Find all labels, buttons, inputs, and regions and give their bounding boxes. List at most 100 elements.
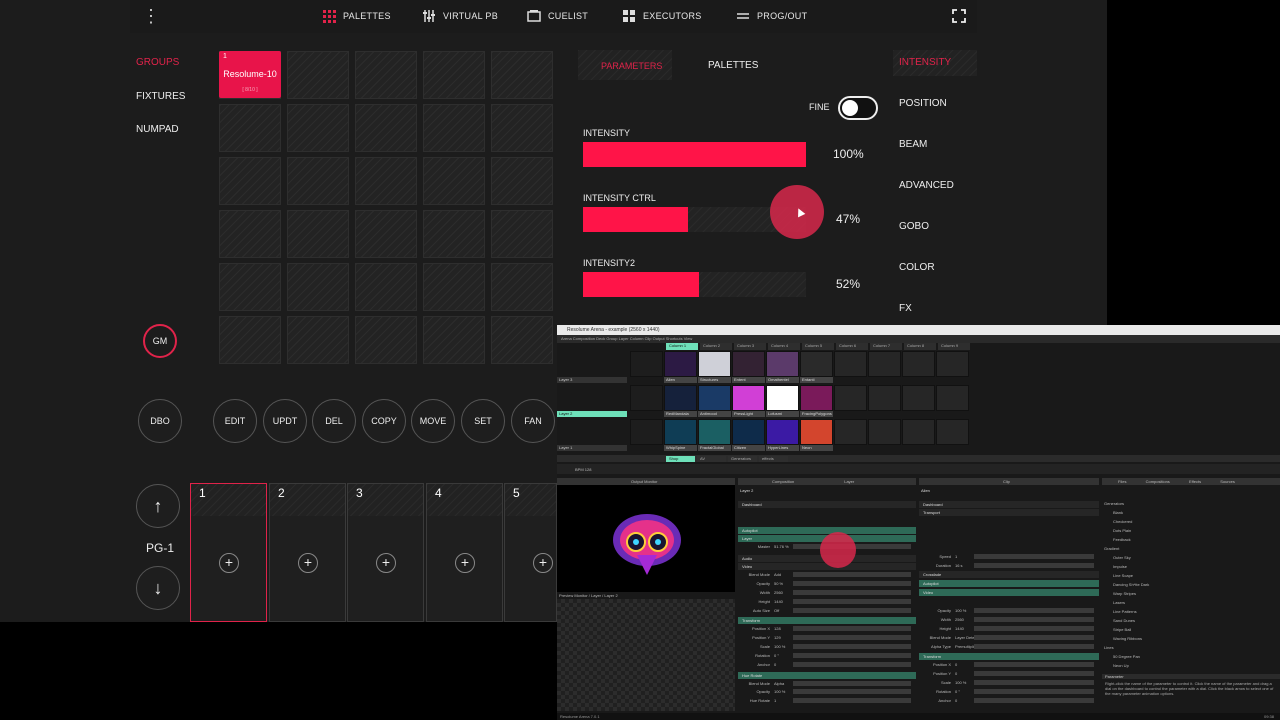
- param-slider[interactable]: [974, 608, 1094, 613]
- layer-label[interactable]: Layer 2: [557, 411, 627, 417]
- empty-clip-slot[interactable]: [902, 351, 935, 377]
- set-button[interactable]: SET: [461, 399, 505, 443]
- section-header[interactable]: Dashboard: [738, 501, 916, 508]
- param-slider[interactable]: [793, 572, 911, 577]
- menu-icon[interactable]: ⋮: [142, 7, 160, 25]
- param-value[interactable]: 0: [955, 698, 957, 703]
- param-value[interactable]: 129: [774, 635, 781, 640]
- empty-clip-slot[interactable]: [902, 385, 935, 411]
- param-slider[interactable]: [793, 608, 911, 613]
- param-slider[interactable]: [974, 662, 1094, 667]
- param-value[interactable]: 100 %: [774, 644, 785, 649]
- param-value[interactable]: 0: [955, 662, 957, 667]
- param-slider[interactable]: [793, 581, 911, 586]
- param-value[interactable]: 1440: [955, 626, 964, 631]
- section-header[interactable]: Autopilot: [738, 527, 916, 534]
- palette-cell[interactable]: [219, 263, 281, 311]
- delete-button[interactable]: DEL: [312, 399, 356, 443]
- empty-clip-slot[interactable]: [936, 385, 969, 411]
- param-slider[interactable]: [793, 626, 911, 631]
- source-item[interactable]: Sand Dunes: [1113, 618, 1135, 623]
- param-intensity-slider[interactable]: [583, 142, 806, 167]
- playback-column[interactable]: 3 +: [347, 483, 424, 622]
- clip-thumb[interactable]: [630, 351, 663, 377]
- bpm-readout[interactable]: BPM 128: [575, 467, 591, 472]
- nav-advanced[interactable]: ADVANCED: [899, 180, 954, 191]
- section-header[interactable]: Video: [919, 589, 1099, 596]
- palette-cell[interactable]: [491, 263, 553, 311]
- param-slider[interactable]: [974, 635, 1094, 640]
- add-playback-icon[interactable]: +: [533, 553, 553, 573]
- clip-name[interactable]: Alien: [921, 488, 930, 493]
- nav-virtual-pb[interactable]: VIRTUAL PB: [422, 9, 498, 23]
- empty-clip-slot[interactable]: [936, 351, 969, 377]
- clip-thumb[interactable]: [766, 351, 799, 377]
- source-item[interactable]: Line Patterns: [1113, 609, 1137, 614]
- copy-button[interactable]: COPY: [362, 399, 406, 443]
- playback-column[interactable]: 4 +: [426, 483, 503, 622]
- add-playback-icon[interactable]: +: [455, 553, 475, 573]
- nav-palettes[interactable]: PALETTES: [322, 9, 391, 23]
- empty-clip-slot[interactable]: [834, 419, 867, 445]
- layer-name[interactable]: Layer 2: [740, 488, 753, 493]
- palette-cell[interactable]: [355, 316, 417, 364]
- nav-executors[interactable]: EXECUTORS: [622, 9, 702, 23]
- clip-thumb[interactable]: [766, 419, 799, 445]
- empty-clip-slot[interactable]: [902, 419, 935, 445]
- empty-clip-slot[interactable]: [868, 385, 901, 411]
- page-up-button[interactable]: ↑: [136, 484, 180, 528]
- nav-groups[interactable]: GROUPS: [136, 57, 179, 68]
- source-item[interactable]: Generators: [1104, 501, 1124, 506]
- empty-clip-slot[interactable]: [834, 385, 867, 411]
- param-slider[interactable]: [974, 617, 1094, 622]
- deck-tab[interactable]: AV: [697, 456, 726, 462]
- palette-cell[interactable]: [355, 51, 417, 99]
- section-header[interactable]: Crossfade: [919, 571, 1099, 578]
- nav-beam[interactable]: BEAM: [899, 139, 927, 150]
- column-header[interactable]: Column 3: [734, 343, 766, 350]
- column-header[interactable]: Column 2: [700, 343, 732, 350]
- param-value[interactable]: 16 s: [955, 563, 963, 568]
- param-value[interactable]: 51.76 %: [774, 544, 789, 549]
- param-intensity2-slider[interactable]: [583, 272, 806, 297]
- clip-thumb[interactable]: [698, 385, 731, 411]
- palette-cell[interactable]: [219, 316, 281, 364]
- grand-master-button[interactable]: GM: [143, 324, 177, 358]
- param-value[interactable]: 0: [774, 662, 776, 667]
- palette-cell[interactable]: [491, 210, 553, 258]
- palette-cell[interactable]: [219, 157, 281, 205]
- palette-cell[interactable]: [355, 263, 417, 311]
- param-slider[interactable]: [974, 698, 1094, 703]
- palette-cell[interactable]: [423, 210, 485, 258]
- param-slider[interactable]: [974, 554, 1094, 559]
- clip-thumb[interactable]: [698, 419, 731, 445]
- tab-palettes[interactable]: PALETTES: [672, 50, 786, 80]
- fine-toggle[interactable]: [838, 96, 878, 120]
- add-playback-icon[interactable]: +: [376, 553, 396, 573]
- playback-column[interactable]: 1 +: [190, 483, 267, 622]
- section-header[interactable]: Transform: [919, 653, 1099, 660]
- param-value[interactable]: Add: [774, 572, 781, 577]
- nav-intensity[interactable]: INTENSITY: [899, 57, 951, 68]
- source-item[interactable]: Lines: [1104, 645, 1114, 650]
- edit-button[interactable]: EDIT: [213, 399, 257, 443]
- compositions-tab[interactable]: Compositions: [1146, 479, 1170, 484]
- section-header[interactable]: Transform: [738, 617, 916, 624]
- nav-numpad[interactable]: NUMPAD: [136, 124, 179, 135]
- empty-clip-slot[interactable]: [868, 419, 901, 445]
- param-slider[interactable]: [793, 689, 911, 694]
- param-slider[interactable]: [793, 590, 911, 595]
- param-value[interactable]: 1: [955, 554, 957, 559]
- add-playback-icon[interactable]: +: [219, 553, 239, 573]
- nav-position[interactable]: POSITION: [899, 98, 947, 109]
- section-header[interactable]: Hue Rotate: [738, 672, 916, 679]
- source-item[interactable]: Feedback: [1113, 537, 1131, 542]
- source-item[interactable]: Stripe Ball: [1113, 627, 1131, 632]
- files-tab[interactable]: Files: [1118, 479, 1126, 484]
- clip-thumb[interactable]: [630, 385, 663, 411]
- param-slider[interactable]: [974, 671, 1094, 676]
- palette-cell[interactable]: [423, 157, 485, 205]
- clip-thumb[interactable]: [800, 385, 833, 411]
- palette-cell[interactable]: [287, 157, 349, 205]
- param-value[interactable]: Off: [774, 608, 779, 613]
